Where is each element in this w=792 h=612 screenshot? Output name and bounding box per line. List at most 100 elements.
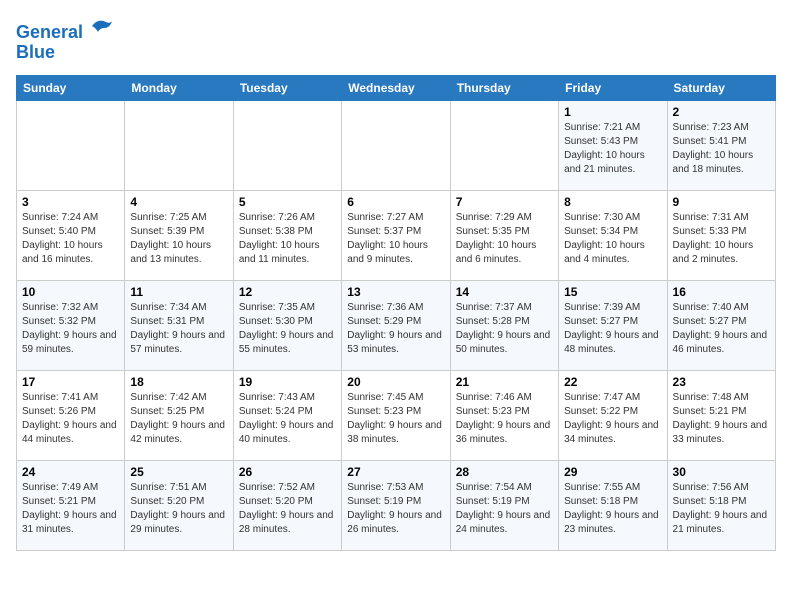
day-number: 10 [22,285,119,299]
calendar-cell: 17 Sunrise: 7:41 AMSunset: 5:26 PMDayligh… [17,370,125,460]
day-info: Sunrise: 7:51 AMSunset: 5:20 PMDaylight:… [130,481,227,537]
day-info: Sunrise: 7:34 AMSunset: 5:31 PMDaylight:… [130,301,227,357]
day-info: Sunrise: 7:56 AMSunset: 5:18 PMDaylight:… [673,481,770,537]
day-number: 2 [673,105,770,119]
calendar-cell: 25 Sunrise: 7:51 AMSunset: 5:20 PMDayligh… [125,460,233,550]
day-number: 9 [673,195,770,209]
day-info: Sunrise: 7:47 AMSunset: 5:22 PMDaylight:… [564,391,661,447]
calendar-header-row: SundayMondayTuesdayWednesdayThursdayFrid… [17,75,776,100]
day-number: 21 [456,375,553,389]
logo-blue: Blue [16,42,55,62]
calendar-cell: 30Sunrise: 7:56 AMSunset: 5:18 PMDayligh… [667,460,775,550]
day-number: 1 [564,105,661,119]
day-number: 8 [564,195,661,209]
day-info: Sunrise: 7:25 AMSunset: 5:39 PMDaylight:… [130,211,227,267]
weekday-header-wednesday: Wednesday [342,75,450,100]
day-info: Sunrise: 7:55 AMSunset: 5:18 PMDaylight:… [564,481,661,537]
calendar-cell [233,100,341,190]
day-info: Sunrise: 7:21 AMSunset: 5:43 PMDaylight:… [564,121,661,177]
day-number: 3 [22,195,119,209]
calendar-cell: 20 Sunrise: 7:45 AMSunset: 5:23 PMDayligh… [342,370,450,460]
calendar-cell: 27 Sunrise: 7:53 AMSunset: 5:19 PMDayligh… [342,460,450,550]
day-info: Sunrise: 7:46 AMSunset: 5:23 PMDaylight:… [456,391,553,447]
calendar-cell: 5 Sunrise: 7:26 AMSunset: 5:38 PMDaylight… [233,190,341,280]
day-number: 22 [564,375,661,389]
weekday-header-friday: Friday [559,75,667,100]
calendar-cell [125,100,233,190]
day-number: 29 [564,465,661,479]
calendar-cell [342,100,450,190]
day-info: Sunrise: 7:32 AMSunset: 5:32 PMDaylight:… [22,301,119,357]
day-info: Sunrise: 7:45 AMSunset: 5:23 PMDaylight:… [347,391,444,447]
weekday-header-monday: Monday [125,75,233,100]
day-info: Sunrise: 7:30 AMSunset: 5:34 PMDaylight:… [564,211,661,267]
day-number: 28 [456,465,553,479]
day-number: 17 [22,375,119,389]
logo: General Blue [16,16,114,63]
calendar-cell: 1 Sunrise: 7:21 AMSunset: 5:43 PMDaylight… [559,100,667,190]
day-number: 6 [347,195,444,209]
calendar-week-5: 24 Sunrise: 7:49 AMSunset: 5:21 PMDayligh… [17,460,776,550]
calendar-cell: 26Sunrise: 7:52 AMSunset: 5:20 PMDayligh… [233,460,341,550]
calendar-cell [450,100,558,190]
day-info: Sunrise: 7:26 AMSunset: 5:38 PMDaylight:… [239,211,336,267]
calendar-cell: 28Sunrise: 7:54 AMSunset: 5:19 PMDayligh… [450,460,558,550]
calendar-week-2: 3 Sunrise: 7:24 AMSunset: 5:40 PMDaylight… [17,190,776,280]
calendar-cell: 12Sunrise: 7:35 AMSunset: 5:30 PMDayligh… [233,280,341,370]
calendar-cell: 8 Sunrise: 7:30 AMSunset: 5:34 PMDaylight… [559,190,667,280]
day-info: Sunrise: 7:37 AMSunset: 5:28 PMDaylight:… [456,301,553,357]
calendar-cell: 22 Sunrise: 7:47 AMSunset: 5:22 PMDayligh… [559,370,667,460]
weekday-header-thursday: Thursday [450,75,558,100]
calendar-cell: 11 Sunrise: 7:34 AMSunset: 5:31 PMDayligh… [125,280,233,370]
weekday-header-tuesday: Tuesday [233,75,341,100]
day-info: Sunrise: 7:40 AMSunset: 5:27 PMDaylight:… [673,301,770,357]
calendar-cell: 10 Sunrise: 7:32 AMSunset: 5:32 PMDayligh… [17,280,125,370]
calendar-cell: 23 Sunrise: 7:48 AMSunset: 5:21 PMDayligh… [667,370,775,460]
day-info: Sunrise: 7:52 AMSunset: 5:20 PMDaylight:… [239,481,336,537]
day-info: Sunrise: 7:48 AMSunset: 5:21 PMDaylight:… [673,391,770,447]
day-number: 12 [239,285,336,299]
logo-general: General [16,22,83,42]
day-info: Sunrise: 7:42 AMSunset: 5:25 PMDaylight:… [130,391,227,447]
day-number: 14 [456,285,553,299]
calendar-cell: 29 Sunrise: 7:55 AMSunset: 5:18 PMDayligh… [559,460,667,550]
calendar-cell: 24 Sunrise: 7:49 AMSunset: 5:21 PMDayligh… [17,460,125,550]
day-number: 16 [673,285,770,299]
day-number: 27 [347,465,444,479]
day-number: 11 [130,285,227,299]
day-number: 13 [347,285,444,299]
calendar-cell: 16 Sunrise: 7:40 AMSunset: 5:27 PMDayligh… [667,280,775,370]
calendar-cell: 7Sunrise: 7:29 AMSunset: 5:35 PMDaylight… [450,190,558,280]
day-number: 15 [564,285,661,299]
calendar-cell: 9Sunrise: 7:31 AMSunset: 5:33 PMDaylight… [667,190,775,280]
day-info: Sunrise: 7:39 AMSunset: 5:27 PMDaylight:… [564,301,661,357]
calendar-cell: 4Sunrise: 7:25 AMSunset: 5:39 PMDaylight… [125,190,233,280]
calendar-cell: 3 Sunrise: 7:24 AMSunset: 5:40 PMDaylight… [17,190,125,280]
day-info: Sunrise: 7:29 AMSunset: 5:35 PMDaylight:… [456,211,553,267]
calendar-cell: 18 Sunrise: 7:42 AMSunset: 5:25 PMDayligh… [125,370,233,460]
weekday-header-sunday: Sunday [17,75,125,100]
day-info: Sunrise: 7:27 AMSunset: 5:37 PMDaylight:… [347,211,444,267]
page-header: General Blue [16,16,776,63]
day-number: 24 [22,465,119,479]
day-info: Sunrise: 7:49 AMSunset: 5:21 PMDaylight:… [22,481,119,537]
calendar-cell: 14 Sunrise: 7:37 AMSunset: 5:28 PMDayligh… [450,280,558,370]
calendar-week-1: 1 Sunrise: 7:21 AMSunset: 5:43 PMDaylight… [17,100,776,190]
day-info: Sunrise: 7:23 AMSunset: 5:41 PMDaylight:… [673,121,770,177]
calendar-cell: 21 Sunrise: 7:46 AMSunset: 5:23 PMDayligh… [450,370,558,460]
day-number: 19 [239,375,336,389]
day-info: Sunrise: 7:53 AMSunset: 5:19 PMDaylight:… [347,481,444,537]
day-number: 20 [347,375,444,389]
day-number: 23 [673,375,770,389]
calendar-cell: 6 Sunrise: 7:27 AMSunset: 5:37 PMDaylight… [342,190,450,280]
day-info: Sunrise: 7:24 AMSunset: 5:40 PMDaylight:… [22,211,119,267]
day-number: 18 [130,375,227,389]
logo-bird-icon [90,14,114,38]
calendar-cell: 19Sunrise: 7:43 AMSunset: 5:24 PMDayligh… [233,370,341,460]
day-info: Sunrise: 7:41 AMSunset: 5:26 PMDaylight:… [22,391,119,447]
calendar-week-4: 17 Sunrise: 7:41 AMSunset: 5:26 PMDayligh… [17,370,776,460]
day-number: 25 [130,465,227,479]
day-info: Sunrise: 7:36 AMSunset: 5:29 PMDaylight:… [347,301,444,357]
day-number: 5 [239,195,336,209]
calendar-cell: 13 Sunrise: 7:36 AMSunset: 5:29 PMDayligh… [342,280,450,370]
